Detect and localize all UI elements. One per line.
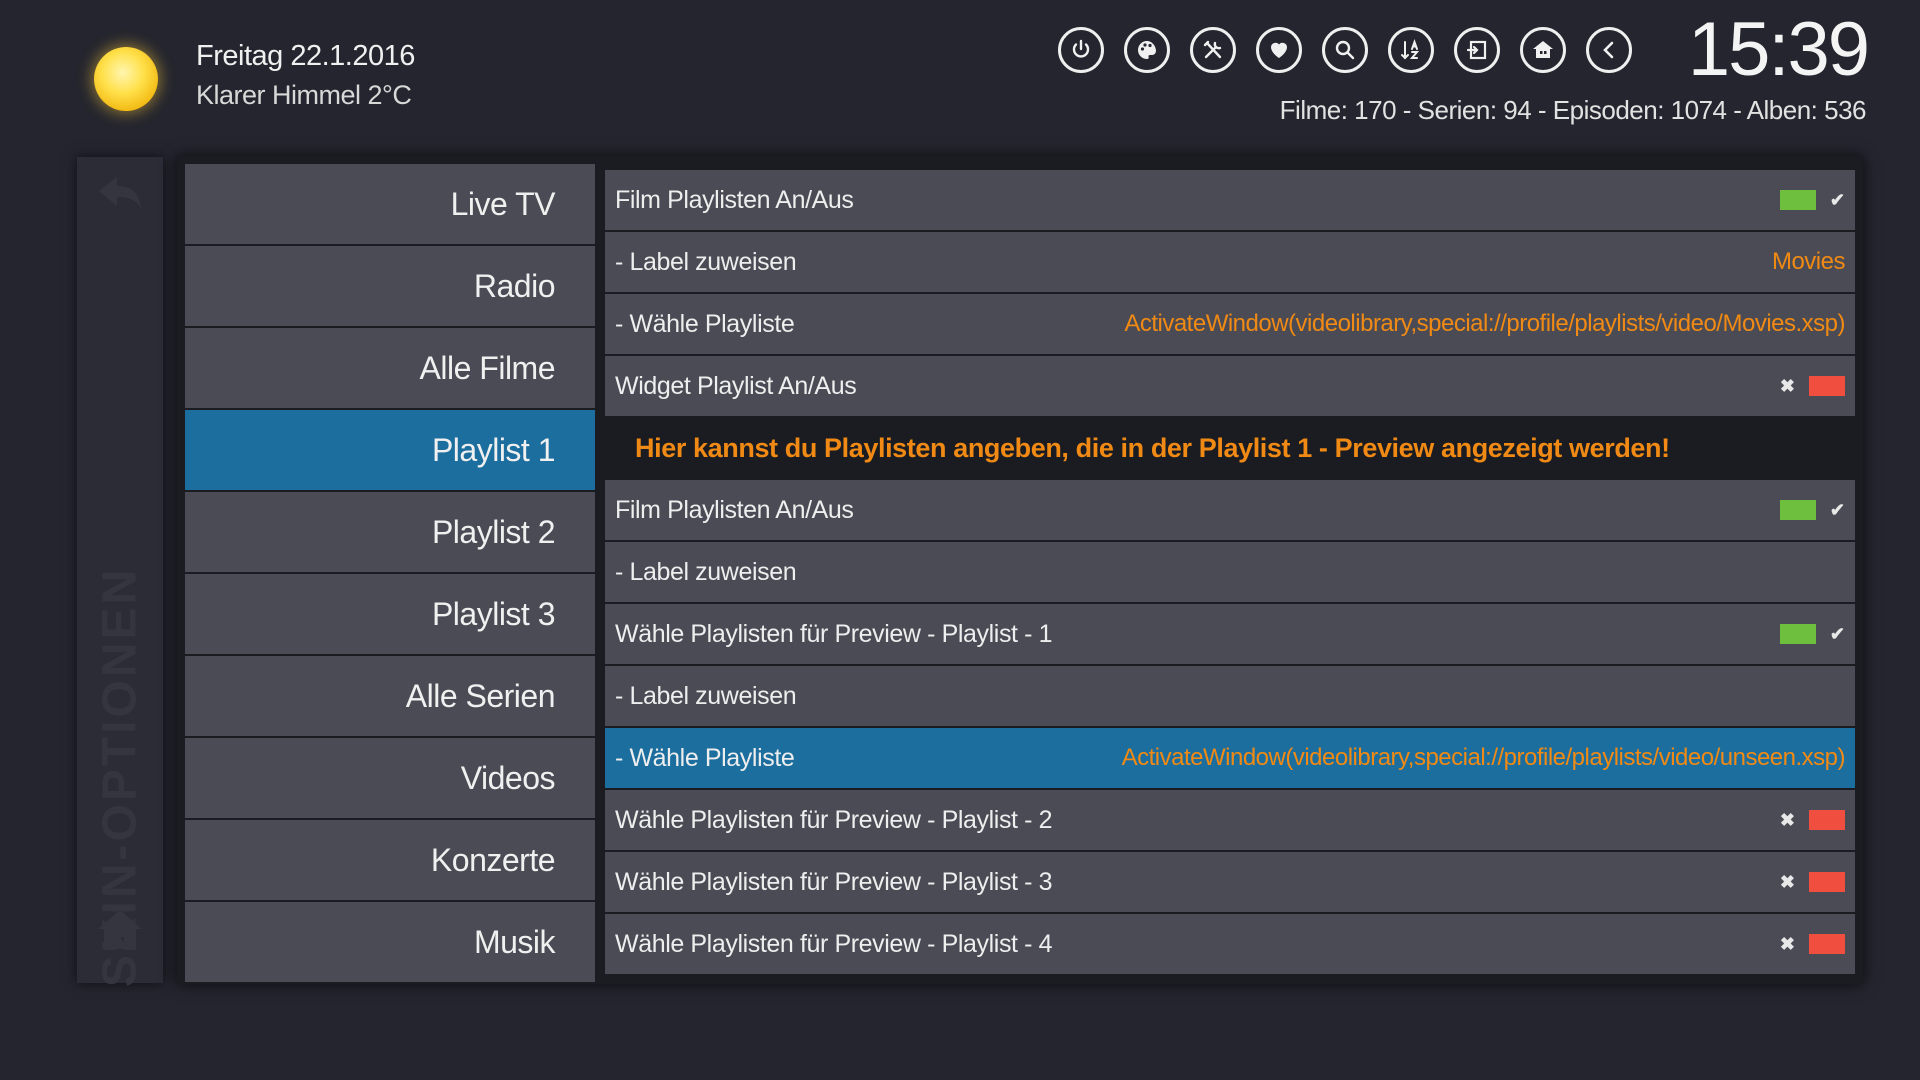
settings-row[interactable]: Wähle Playlisten für Preview - Playlist … xyxy=(605,604,1855,664)
menu-item[interactable]: Radio xyxy=(185,246,595,326)
menu-item[interactable]: Playlist 3 xyxy=(185,574,595,654)
menu-item[interactable]: Konzerte xyxy=(185,820,595,900)
settings-row[interactable]: Wähle Playlisten für Preview - Playlist … xyxy=(605,914,1855,974)
toggle-off[interactable]: ✖ xyxy=(1780,376,1845,397)
check-icon: ✔ xyxy=(1829,623,1845,644)
toggle-on-swatch xyxy=(1779,500,1816,520)
category-menu: Live TV Radio Alle Filme Playlist 1 Playlist… xyxy=(185,164,595,984)
settings-row[interactable]: - Wähle Playliste ActivateWindow(videolib… xyxy=(605,294,1855,354)
toggle-on-swatch xyxy=(1779,624,1816,644)
weather-sun-icon xyxy=(94,47,158,111)
back-arrow-icon[interactable] xyxy=(97,175,143,211)
heart-icon[interactable] xyxy=(1256,27,1302,73)
menu-item[interactable]: Videos xyxy=(185,738,595,818)
settings-row-label: - Wähle Playliste xyxy=(615,743,795,772)
check-icon: ✔ xyxy=(1829,189,1845,210)
settings-row[interactable]: Wähle Playlisten für Preview - Playlist … xyxy=(605,852,1855,912)
cross-icon: ✖ xyxy=(1779,871,1795,892)
sidebar-strip: SKIN-OPTIONEN xyxy=(77,157,163,987)
toggle-off[interactable]: ✖ xyxy=(1780,810,1845,831)
settings-row[interactable]: - Label zuweisen xyxy=(605,666,1855,726)
settings-row[interactable]: Film Playlisten An/Aus ✔ xyxy=(605,480,1855,540)
settings-row-value: ActivateWindow(videolibrary,special://pr… xyxy=(1124,310,1845,337)
settings-row-label: Wähle Playlisten für Preview - Playlist … xyxy=(615,867,1053,896)
settings-row-label: - Label zuweisen xyxy=(615,681,797,710)
settings-row-label: - Label zuweisen xyxy=(615,247,797,276)
toggle-off-swatch xyxy=(1809,810,1845,830)
info-message: Hier kannst du Playlisten angeben, die i… xyxy=(635,432,1670,463)
settings-row[interactable]: Widget Playlist An/Aus ✖ xyxy=(605,356,1855,416)
toggle-off-swatch xyxy=(1809,872,1845,892)
menu-item[interactable]: Musik xyxy=(185,902,595,982)
toggle-on[interactable]: ✔ xyxy=(1779,499,1845,521)
settings-row[interactable]: - Label zuweisen Movies xyxy=(605,232,1855,292)
settings-row-value: Movies xyxy=(1771,248,1846,275)
settings-row-label: - Label zuweisen xyxy=(615,557,797,586)
settings-list: Film Playlisten An/Aus ✔ - Label zuweisen… xyxy=(605,170,1855,976)
settings-row[interactable]: Film Playlisten An/Aus ✔ xyxy=(605,170,1855,230)
toggle-off-swatch xyxy=(1809,934,1845,954)
check-icon: ✔ xyxy=(1829,499,1845,520)
menu-item[interactable]: Playlist 1 xyxy=(185,410,595,490)
menu-item[interactable]: Alle Serien xyxy=(185,656,595,736)
toggle-off-swatch xyxy=(1809,376,1845,396)
settings-row-label: Film Playlisten An/Aus xyxy=(615,185,854,214)
cross-icon: ✖ xyxy=(1779,809,1795,830)
cross-icon: ✖ xyxy=(1779,375,1795,396)
palette-icon[interactable] xyxy=(1124,27,1170,73)
toggle-off[interactable]: ✖ xyxy=(1780,934,1845,955)
top-icon-bar xyxy=(1058,27,1632,73)
settings-row-label: Film Playlisten An/Aus xyxy=(615,495,854,524)
power-icon[interactable] xyxy=(1058,27,1104,73)
toggle-on[interactable]: ✔ xyxy=(1779,189,1845,211)
clock: 15:39 xyxy=(1687,7,1870,92)
house-icon[interactable] xyxy=(1520,27,1566,73)
settings-row-label: Wähle Playlisten für Preview - Playlist … xyxy=(615,929,1053,958)
search-icon[interactable] xyxy=(1322,27,1368,73)
menu-item[interactable]: Playlist 2 xyxy=(185,492,595,572)
weather-description: Klarer Himmel 2°C xyxy=(196,80,412,110)
settings-row-value: ActivateWindow(videolibrary,special://pr… xyxy=(1121,744,1846,771)
settings-row[interactable]: - Wähle Playliste ActivateWindow(videolib… xyxy=(605,728,1855,788)
settings-row-label: Widget Playlist An/Aus xyxy=(615,371,857,400)
settings-row-label: Wähle Playlisten für Preview - Playlist … xyxy=(615,619,1053,648)
settings-row-label: Wähle Playlisten für Preview - Playlist … xyxy=(615,805,1053,834)
login-icon[interactable] xyxy=(1454,27,1500,73)
weather-date: Freitag 22.1.2016 xyxy=(196,40,415,72)
toggle-off[interactable]: ✖ xyxy=(1780,872,1845,893)
back-icon[interactable] xyxy=(1586,27,1632,73)
library-stats: Filme: 170 - Serien: 94 - Episoden: 1074… xyxy=(1279,95,1867,125)
menu-item[interactable]: Alle Filme xyxy=(185,328,595,408)
toggle-on[interactable]: ✔ xyxy=(1779,623,1845,645)
menu-item[interactable]: Live TV xyxy=(185,164,595,244)
tools-icon[interactable] xyxy=(1190,27,1236,73)
cross-icon: ✖ xyxy=(1779,933,1795,954)
settings-row[interactable]: - Label zuweisen xyxy=(605,542,1855,602)
toggle-on-swatch xyxy=(1779,190,1816,210)
home-icon[interactable] xyxy=(97,907,143,953)
settings-row[interactable]: Wähle Playlisten für Preview - Playlist … xyxy=(605,790,1855,850)
settings-row-label: - Wähle Playliste xyxy=(615,309,795,338)
sort-az-icon[interactable] xyxy=(1388,27,1434,73)
options-panel: Live TV Radio Alle Filme Playlist 1 Playlist… xyxy=(177,156,1863,984)
